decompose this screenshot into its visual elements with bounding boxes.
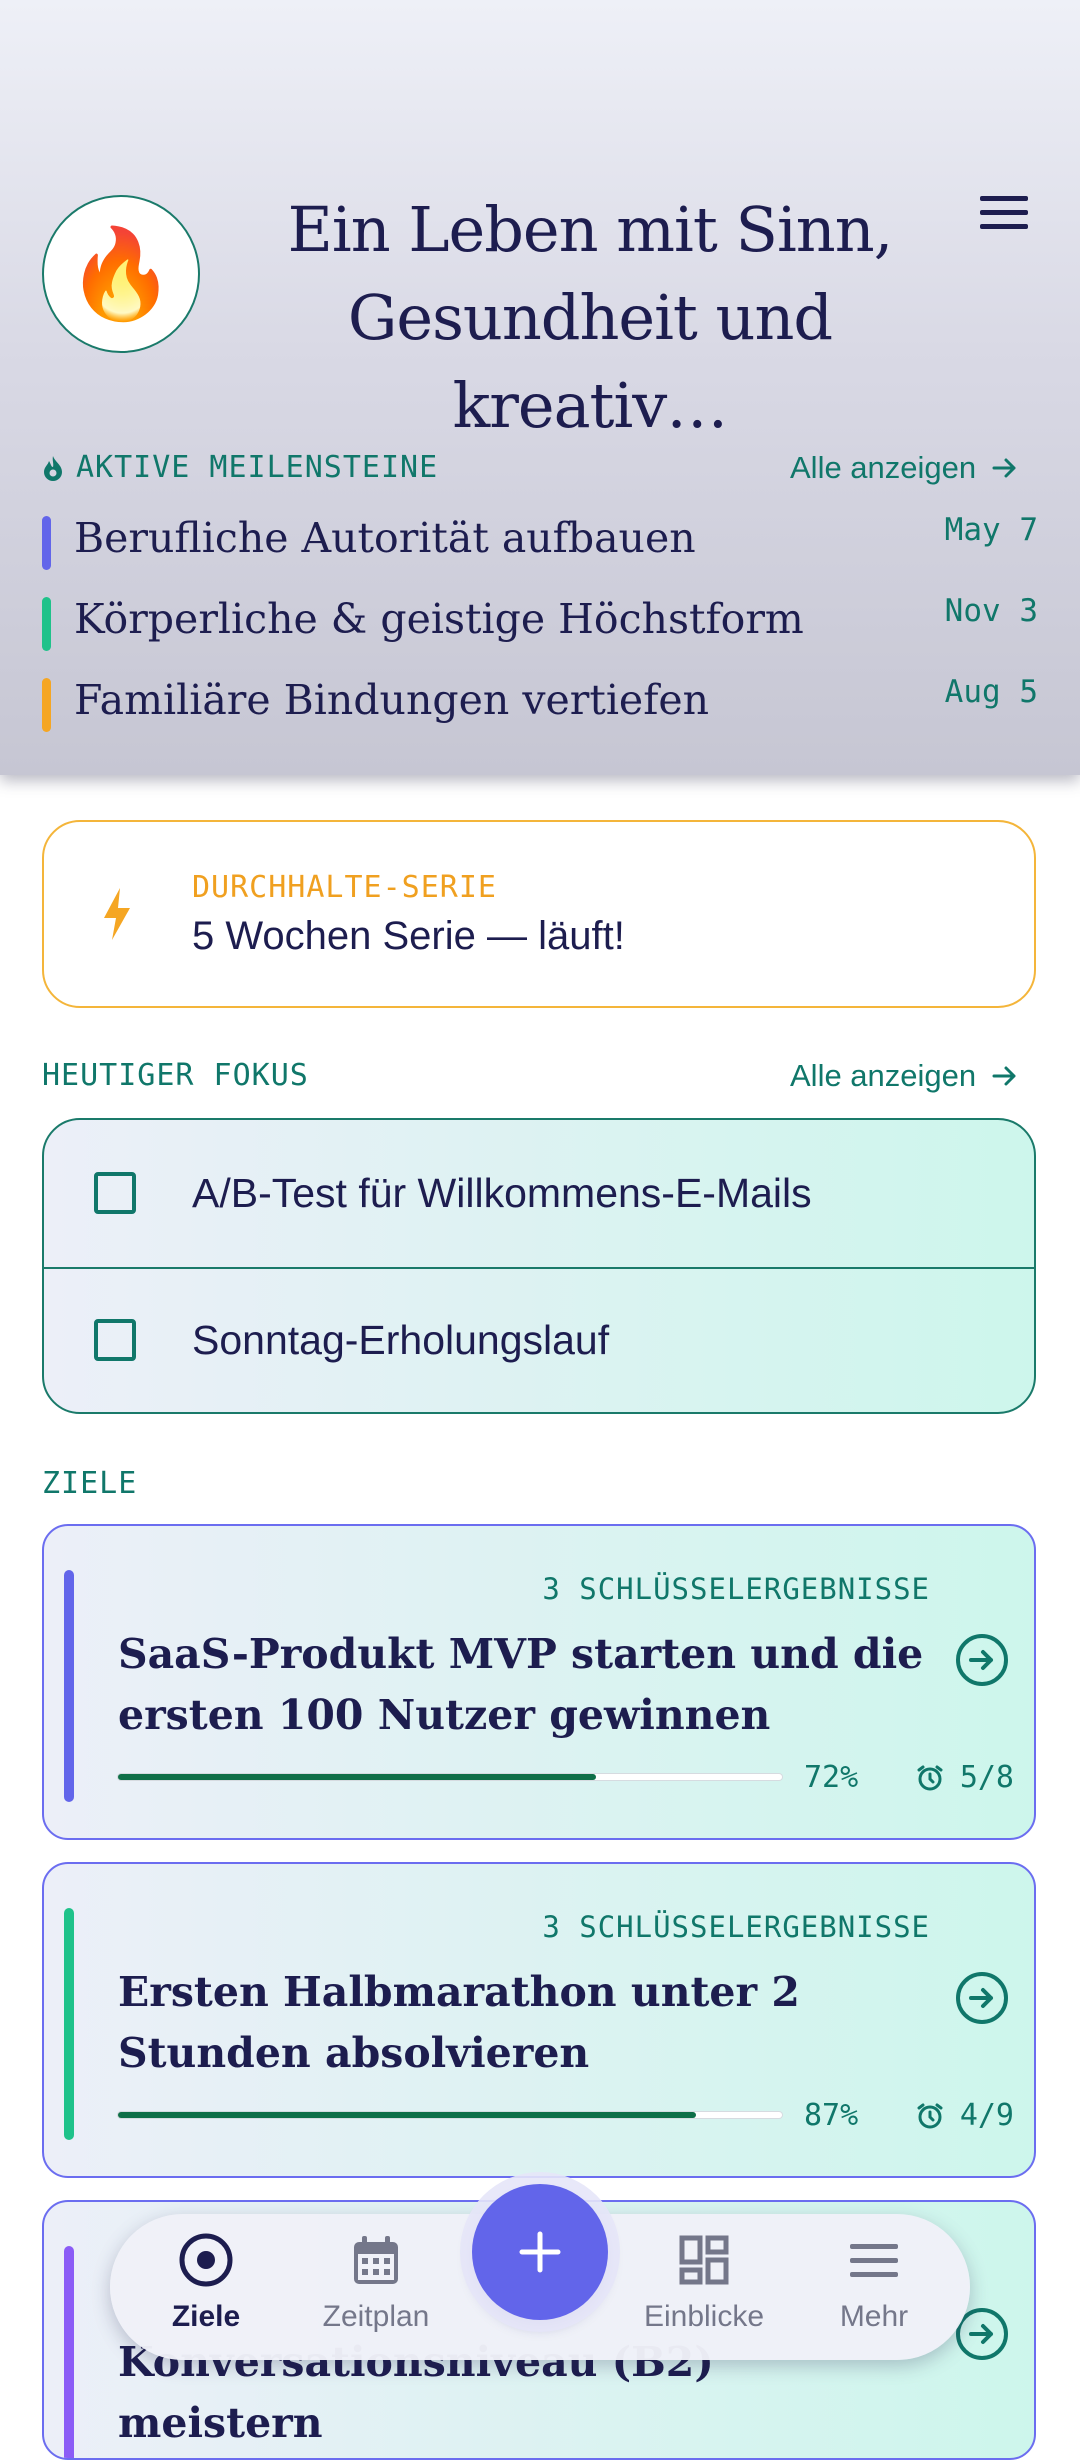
header: 🔥 Ein Leben mit Sinn, Gesundheit und kre… — [0, 0, 1080, 775]
flame-icon — [44, 455, 62, 481]
milestones-label: AKTIVE MEILENSTEINE — [76, 450, 439, 485]
goal-progress-bar — [118, 2112, 782, 2118]
milestone-title: Berufliche Autorität aufbauen — [74, 514, 696, 562]
menu-button[interactable] — [978, 192, 1034, 238]
goal-card[interactable]: 3 SCHLÜSSELERGEBNISSE Ersten Halbmaratho… — [42, 1862, 1036, 2178]
goal-count-text: 5/8 — [959, 1760, 1014, 1795]
fire-icon: 🔥 — [66, 224, 176, 323]
menu-icon — [850, 2244, 898, 2277]
calendar-icon — [354, 2236, 398, 2284]
goal-task-count: 5/8 — [916, 1760, 1014, 1795]
milestone-date: Nov 3 — [944, 593, 1038, 629]
goal-progress-fill — [118, 1774, 597, 1780]
goals-label: ZIELE — [42, 1466, 138, 1501]
goal-progress-percent: 87% — [804, 2098, 859, 2133]
nav-item-insights[interactable]: Einblicke — [624, 2230, 784, 2350]
milestone-color-bar — [42, 678, 51, 732]
focus-task[interactable]: Sonntag-Erholungslauf — [44, 1267, 1034, 1412]
task-checkbox[interactable] — [94, 1319, 136, 1361]
focus-see-all-link[interactable]: Alle anzeigen — [790, 1058, 1018, 1094]
goal-color-stripe — [64, 1908, 74, 2140]
focus-task[interactable]: A/B-Test für Willkommens-E-Mails — [44, 1120, 1034, 1267]
plus-icon — [519, 2231, 561, 2273]
milestone-title: Körperliche & geistige Höchstform — [74, 595, 804, 643]
nav-item-goals[interactable]: Ziele — [126, 2230, 286, 2350]
streak-card[interactable]: DURCHHALTE-SERIE 5 Wochen Serie — läuft! — [42, 820, 1036, 1008]
task-checkbox[interactable] — [94, 1172, 136, 1214]
goal-progress-bar — [118, 1774, 782, 1780]
nav-label: Einblicke — [643, 2300, 765, 2333]
arrow-right-icon — [992, 458, 1016, 478]
goal-count-text: 4/9 — [959, 2098, 1014, 2133]
milestone-date: May 7 — [944, 512, 1038, 548]
page-title: Ein Leben mit Sinn, Gesundheit und kreat… — [287, 193, 894, 442]
nav-label: Mehr — [839, 2300, 909, 2333]
arrow-circle-right-icon[interactable] — [954, 1970, 1010, 2026]
avatar[interactable]: 🔥 — [42, 195, 200, 353]
nav-label: Ziele — [171, 2300, 241, 2333]
dashboard-icon — [679, 2235, 729, 2285]
arrow-right-icon — [992, 1066, 1016, 1086]
nav-item-more[interactable]: Mehr — [794, 2230, 954, 2350]
goal-card[interactable]: 3 SCHLÜSSELERGEBNISSE SaaS-Produkt MVP s… — [42, 1524, 1036, 1840]
milestone-date: Aug 5 — [944, 674, 1038, 710]
streak-label: DURCHHALTE-SERIE — [192, 870, 497, 905]
task-text: Sonntag-Erholungslauf — [192, 1317, 610, 1363]
goal-progress-percent: 72% — [804, 1760, 859, 1795]
focus-card: A/B-Test für Willkommens-E-Mails Sonntag… — [42, 1118, 1036, 1414]
milestone-title: Familiäre Bindungen vertiefen — [74, 676, 710, 724]
lightning-icon — [104, 888, 130, 940]
goal-color-stripe — [64, 2246, 74, 2458]
milestone-color-bar — [42, 597, 51, 651]
nav-item-schedule[interactable]: Zeitplan — [296, 2230, 456, 2350]
alarm-clock-icon — [917, 1765, 943, 1790]
task-text: A/B-Test für Willkommens-E-Mails — [192, 1170, 812, 1216]
milestone-item[interactable]: Berufliche Autorität aufbauen May 7 — [42, 512, 1042, 572]
milestone-color-bar — [42, 516, 51, 570]
milestones-heading: AKTIVE MEILENSTEINE — [42, 450, 438, 485]
key-results-count: 3 SCHLÜSSELERGEBNISSE — [542, 1572, 930, 1606]
arrow-circle-right-icon[interactable] — [954, 1632, 1010, 1688]
target-icon — [179, 2233, 233, 2287]
see-all-label: Alle anzeigen — [790, 1058, 977, 1093]
milestones-see-all-link[interactable]: Alle anzeigen — [790, 450, 1018, 486]
key-results-count: 3 SCHLÜSSELERGEBNISSE — [542, 1910, 930, 1944]
streak-text: 5 Wochen Serie — läuft! — [192, 914, 625, 958]
milestone-item[interactable]: Familiäre Bindungen vertiefen Aug 5 — [42, 674, 1042, 734]
add-button[interactable] — [472, 2184, 608, 2320]
see-all-label: Alle anzeigen — [790, 450, 977, 485]
milestone-item[interactable]: Körperliche & geistige Höchstform Nov 3 — [42, 593, 1042, 653]
goal-title: SaaS-Produkt MVP starten und die ersten … — [118, 1630, 924, 1739]
nav-label: Zeitplan — [322, 2300, 430, 2333]
goal-color-stripe — [64, 1570, 74, 1802]
goal-task-count: 4/9 — [916, 2098, 1014, 2133]
alarm-clock-icon — [917, 2103, 943, 2128]
focus-label: HEUTIGER FOKUS — [42, 1058, 309, 1093]
hamburger-icon — [980, 196, 1028, 229]
goal-title: Ersten Halbmarathon unter 2 Stunden abso… — [118, 1968, 800, 2077]
goal-progress-fill — [118, 2112, 696, 2118]
